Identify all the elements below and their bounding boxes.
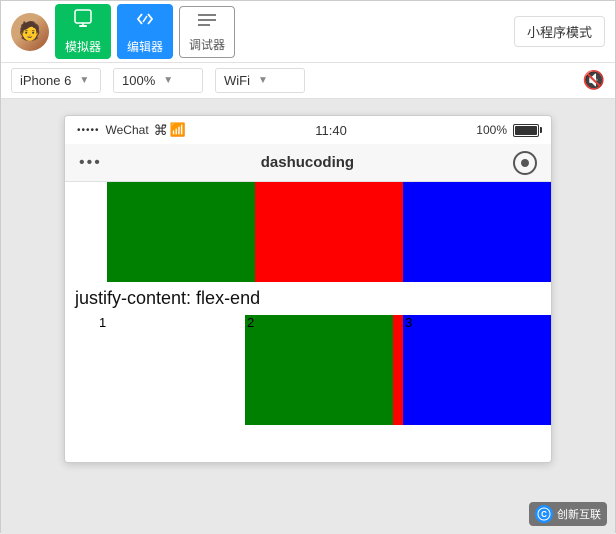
- network-selector[interactable]: WiFi ▼: [215, 68, 305, 93]
- device-chevron-icon: ▼: [79, 75, 89, 86]
- battery-pct: 100%: [476, 123, 507, 137]
- content-area: justify-content: flex-end 1 2 3: [65, 182, 551, 462]
- watermark-icon: C: [535, 505, 553, 523]
- main-area: ••••• WeChat ⌘̈ 📶 11:40 100% ••• dashuco…: [1, 99, 615, 534]
- avatar: 🧑: [11, 13, 49, 51]
- debugger-button[interactable]: 调试器: [179, 6, 235, 58]
- sound-icon[interactable]: 🔇: [583, 70, 605, 91]
- simulator-label: 模拟器: [65, 38, 101, 55]
- watermark: C 创新互联: [529, 502, 607, 526]
- zoom-chevron-icon: ▼: [163, 75, 173, 86]
- wifi-icon: ⌘̈: [154, 122, 168, 139]
- flex-box-red-top: [255, 182, 403, 282]
- editor-button[interactable]: 编辑器: [117, 4, 173, 59]
- flex-label: justify-content: flex-end: [65, 282, 551, 315]
- network-value: WiFi: [224, 73, 250, 88]
- editor-label: 编辑器: [127, 38, 163, 55]
- box-num-3: 3: [405, 315, 412, 330]
- signal-area: ••••• WeChat ⌘̈ 📶: [77, 122, 186, 139]
- zoom-selector[interactable]: 100% ▼: [113, 68, 203, 93]
- flex-box-green-top: [107, 182, 255, 282]
- debugger-label: 调试器: [189, 36, 225, 53]
- device-name: iPhone 6: [20, 73, 71, 88]
- phone-frame: ••••• WeChat ⌘̈ 📶 11:40 100% ••• dashuco…: [64, 115, 552, 463]
- zoom-value: 100%: [122, 73, 155, 88]
- miniprogram-mode-button[interactable]: 小程序模式: [514, 16, 605, 47]
- flex-demo-bottom: 1 2 3: [65, 315, 551, 425]
- box-num-1: 1: [99, 315, 106, 330]
- wifi-symbol: 📶: [170, 122, 186, 138]
- status-right: 100%: [476, 123, 539, 137]
- box-num-2: 2: [247, 315, 254, 330]
- simulator-icon: [72, 8, 94, 36]
- status-bar: ••••• WeChat ⌘̈ 📶 11:40 100%: [65, 116, 551, 144]
- device-bar: iPhone 6 ▼ 100% ▼ WiFi ▼ 🔇: [1, 63, 615, 99]
- debugger-icon: [196, 11, 218, 34]
- nav-menu-icon[interactable]: •••: [79, 154, 102, 172]
- nav-record-button[interactable]: [513, 151, 537, 175]
- flex-box-white-bottom: 1: [97, 315, 245, 425]
- flex-demo-top: [65, 182, 551, 282]
- flex-box-blue-bottom: 3: [403, 315, 551, 425]
- signal-dots: •••••: [77, 125, 100, 136]
- battery-fill: [515, 126, 537, 135]
- simulator-button[interactable]: 模拟器: [55, 4, 111, 59]
- toolbar: 🧑 模拟器 编辑器 调试器: [1, 1, 615, 63]
- svg-text:C: C: [541, 510, 547, 519]
- network-chevron-icon: ▼: [258, 75, 268, 86]
- carrier-label: WeChat: [106, 123, 149, 137]
- watermark-text: 创新互联: [557, 506, 601, 522]
- flex-box-green-bottom: 2: [245, 315, 393, 425]
- battery-icon: [513, 124, 539, 137]
- nav-record-dot: [521, 159, 529, 167]
- nav-bar: ••• dashucoding: [65, 144, 551, 182]
- device-selector[interactable]: iPhone 6 ▼: [11, 68, 101, 93]
- flex-box-blue-top: [403, 182, 551, 282]
- nav-title: dashucoding: [102, 154, 513, 171]
- status-time: 11:40: [186, 123, 476, 138]
- flex-box-red-bottom: [393, 315, 403, 425]
- editor-icon: [134, 8, 156, 36]
